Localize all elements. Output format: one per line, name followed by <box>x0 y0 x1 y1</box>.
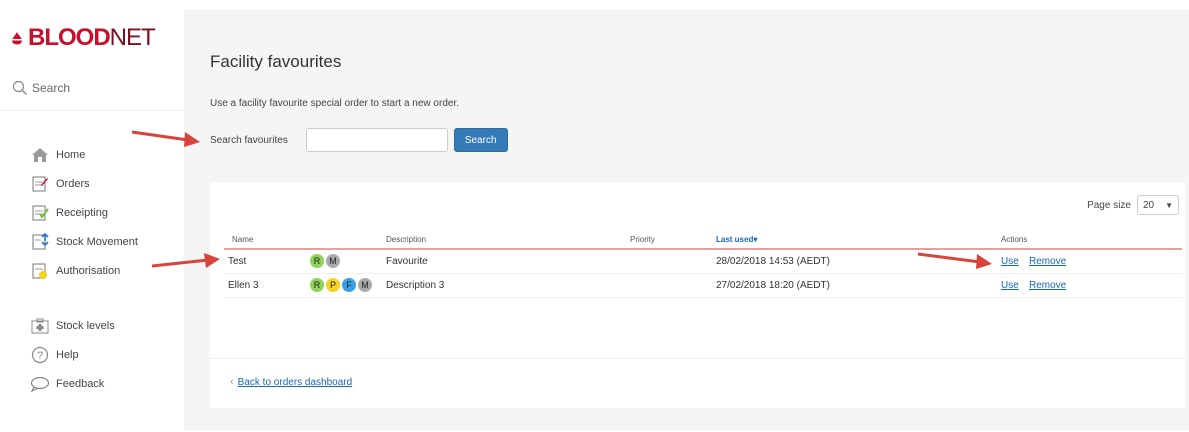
sidebar-item-label: Help <box>56 348 79 361</box>
sidebar: BLOODNET Search Home Orders Receipting S… <box>0 0 184 432</box>
favourites-panel: Page size 20 ▼ Name Description Priority… <box>210 182 1185 408</box>
sidebar-divider <box>0 110 184 111</box>
help-icon: ? <box>30 345 50 365</box>
badge-r: R <box>310 254 324 268</box>
sidebar-item-stock-movement[interactable]: Stock Movement <box>30 227 138 256</box>
badge-r: R <box>310 278 324 292</box>
back-to-dashboard-link[interactable]: Back to orders dashboard <box>238 377 353 388</box>
column-header-priority[interactable]: Priority <box>630 235 655 244</box>
sidebar-item-label: Authorisation <box>56 264 121 277</box>
stock-movement-icon <box>30 232 50 252</box>
logo-blood-text: BLOOD <box>28 24 111 51</box>
row-last-used: 28/02/2018 14:53 (AEDT) <box>716 256 830 267</box>
sidebar-item-label: Receipting <box>56 206 108 219</box>
badge-p: P <box>326 278 340 292</box>
feedback-icon <box>30 374 50 394</box>
search-icon <box>12 80 27 95</box>
row-name: Ellen 3 <box>228 280 259 291</box>
page-size-select[interactable]: 20 ▼ <box>1137 195 1179 215</box>
table-row: Ellen 3 R P F M Description 3 27/02/2018… <box>224 274 1182 298</box>
search-favourites-row: Search favourites Search <box>210 128 508 152</box>
sidebar-item-label: Home <box>56 148 86 161</box>
search-button[interactable]: Search <box>453 128 508 152</box>
row-badges: R P F M <box>310 278 372 292</box>
panel-divider <box>210 358 1185 359</box>
badge-f: F <box>342 278 356 292</box>
table-row: Test R M Favourite 28/02/2018 14:53 (AED… <box>224 250 1182 274</box>
row-name: Test <box>228 256 247 267</box>
sidebar-item-label: Feedback <box>56 377 105 390</box>
row-last-used: 27/02/2018 18:20 (AEDT) <box>716 280 830 291</box>
search-favourites-input[interactable] <box>305 128 448 152</box>
back-to-dashboard[interactable]: ‹ Back to orders dashboard <box>230 376 352 388</box>
page-size-control: Page size 20 ▼ <box>1087 195 1179 215</box>
column-header-name[interactable]: Name <box>232 235 253 244</box>
row-description: Description 3 <box>386 280 445 291</box>
remove-link[interactable]: Remove <box>1029 280 1066 291</box>
sidebar-item-help[interactable]: ? Help <box>30 340 115 369</box>
receipting-icon <box>30 203 50 223</box>
annotation-arrow-row <box>151 253 220 268</box>
page-size-value: 20 <box>1143 199 1155 211</box>
sidebar-item-label: Orders <box>56 177 90 190</box>
annotation-arrow-use <box>917 252 992 269</box>
blood-drop-icon <box>10 32 24 45</box>
sidebar-item-feedback[interactable]: Feedback <box>30 369 115 398</box>
page-subtitle: Use a facility favourite special order t… <box>210 98 460 109</box>
search-favourites-label: Search favourites <box>210 134 288 146</box>
page-title: Facility favourites <box>210 52 342 71</box>
column-header-last-used[interactable]: Last used▾ <box>716 235 757 244</box>
sidebar-search[interactable]: Search <box>12 80 70 96</box>
sidebar-nav: Home Orders Receipting Stock Movement Au… <box>30 140 138 285</box>
column-header-description[interactable]: Description <box>386 235 426 244</box>
badge-m: M <box>326 254 340 268</box>
orders-icon <box>30 174 50 194</box>
annotation-arrow-search <box>131 130 200 147</box>
sort-desc-icon: ▾ <box>753 235 758 244</box>
home-icon <box>30 145 50 165</box>
main-content: Facility favourites Use a facility favou… <box>184 10 1189 430</box>
use-link[interactable]: Use <box>1001 280 1019 291</box>
use-link[interactable]: Use <box>1001 256 1019 267</box>
logo-net-text: NET <box>109 24 156 51</box>
sidebar-item-orders[interactable]: Orders <box>30 169 138 198</box>
sidebar-item-label: Stock Movement <box>56 235 138 248</box>
row-badges: R M <box>310 254 340 268</box>
favourites-table: Name Description Priority Last used▾ Act… <box>224 230 1182 298</box>
sidebar-item-authorisation[interactable]: Authorisation <box>30 256 138 285</box>
sidebar-item-stock-levels[interactable]: Stock levels <box>30 311 115 340</box>
chevron-left-icon: ‹ <box>230 376 234 388</box>
table-header: Name Description Priority Last used▾ Act… <box>224 230 1182 250</box>
badge-m: M <box>358 278 372 292</box>
sidebar-search-label: Search <box>32 81 71 95</box>
authorisation-icon <box>30 261 50 281</box>
sidebar-item-home[interactable]: Home <box>30 140 138 169</box>
sidebar-nav-secondary: Stock levels ? Help Feedback <box>30 311 115 398</box>
stock-levels-icon <box>30 316 50 336</box>
row-description: Favourite <box>386 256 428 267</box>
sidebar-item-receipting[interactable]: Receipting <box>30 198 138 227</box>
column-header-actions: Actions <box>1001 235 1028 244</box>
chevron-down-icon: ▼ <box>1165 200 1173 210</box>
svg-text:?: ? <box>37 350 43 362</box>
page-size-label: Page size <box>1087 199 1131 211</box>
sidebar-item-label: Stock levels <box>56 319 115 332</box>
column-header-last-used-label: Last used <box>716 235 754 244</box>
remove-link[interactable]: Remove <box>1029 256 1066 267</box>
bloodnet-logo[interactable]: BLOODNET <box>10 24 156 52</box>
